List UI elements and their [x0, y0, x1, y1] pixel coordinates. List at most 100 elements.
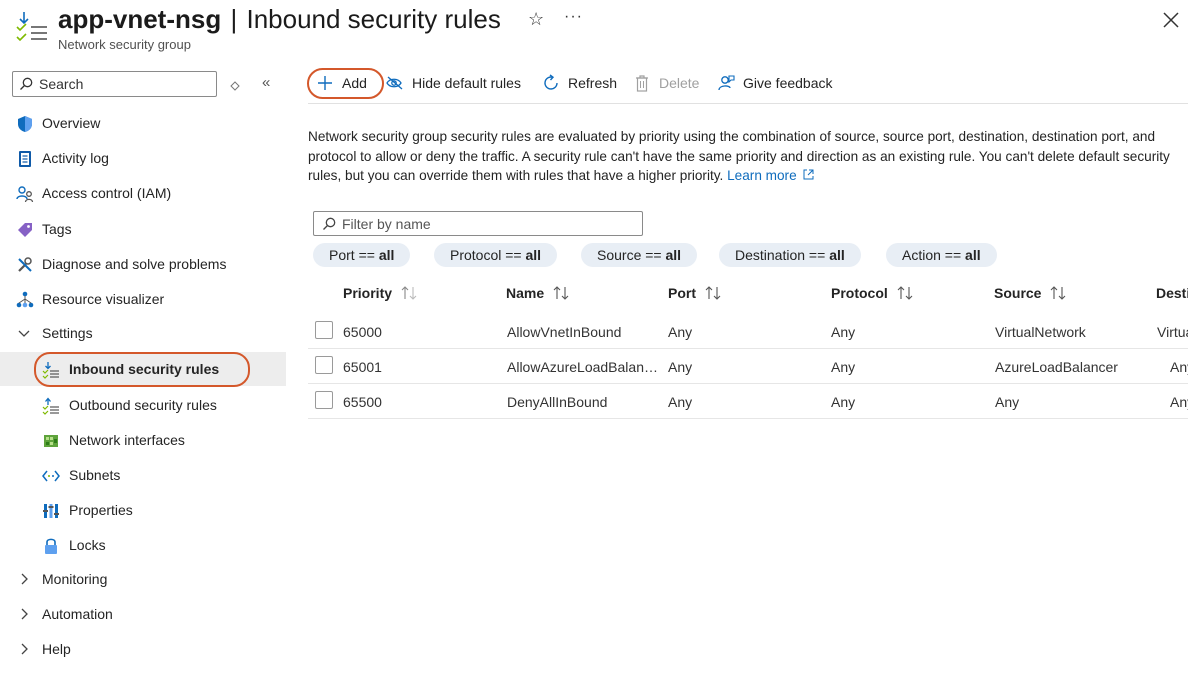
- sidebar-item-activity-log[interactable]: Activity log: [0, 141, 286, 175]
- column-header-name[interactable]: Name: [506, 285, 572, 301]
- hide-default-rules-button[interactable]: Hide default rules: [386, 70, 521, 96]
- sort-icon[interactable]: [552, 286, 572, 300]
- refresh-label: Refresh: [568, 75, 618, 91]
- row-checkbox[interactable]: [315, 356, 333, 374]
- give-feedback-label: Give feedback: [743, 75, 833, 91]
- sort-icon[interactable]: [1049, 286, 1069, 300]
- filter-by-name-box[interactable]: [313, 211, 643, 236]
- close-icon[interactable]: [1160, 9, 1182, 31]
- inbound-rules-header-icon: [14, 10, 50, 46]
- cell-destination: Any: [1170, 394, 1188, 410]
- sort-icon[interactable]: [400, 286, 420, 300]
- sidebar-search-box[interactable]: [12, 71, 217, 97]
- cell-source: AzureLoadBalancer: [995, 359, 1118, 375]
- sidebar-item-locks[interactable]: Locks: [0, 528, 286, 562]
- subnet-icon: [42, 467, 60, 485]
- cell-name[interactable]: AllowVnetInBound: [507, 324, 621, 340]
- filter-by-name-input[interactable]: [342, 215, 632, 232]
- column-header-destination[interactable]: Destination: [1156, 285, 1188, 301]
- chevron-right-icon: [21, 643, 28, 655]
- description-text: Network security group security rules ar…: [308, 127, 1184, 186]
- chevron-right-icon: [21, 608, 28, 620]
- table-row[interactable]: 65001 AllowAzureLoadBalan… Any Any Azure…: [308, 349, 1188, 384]
- refresh-button[interactable]: Refresh: [542, 70, 617, 96]
- cell-priority: 65000: [343, 324, 382, 340]
- diamond-toggle-icon[interactable]: [230, 78, 240, 91]
- properties-icon: [42, 502, 60, 520]
- blade-title: Inbound security rules: [246, 4, 501, 34]
- row-checkbox[interactable]: [315, 321, 333, 339]
- cell-priority: 65500: [343, 394, 382, 410]
- more-options-icon[interactable]: ···: [564, 8, 583, 26]
- cell-name[interactable]: DenyAllInBound: [507, 394, 607, 410]
- title-separator: |: [230, 4, 238, 34]
- table-row[interactable]: 65000 AllowVnetInBound Any Any VirtualNe…: [308, 314, 1188, 349]
- sidebar-item-inbound-security-rules[interactable]: Inbound security rules: [0, 352, 286, 386]
- cell-protocol: Any: [831, 394, 856, 410]
- toolbar-divider: [308, 103, 1188, 104]
- sidebar-item-properties[interactable]: Properties: [0, 493, 286, 527]
- sidebar-group-label: Automation: [42, 606, 113, 622]
- column-header-port[interactable]: Port: [668, 285, 724, 301]
- sidebar-item-label: Tags: [42, 221, 72, 237]
- sidebar-item-label: Properties: [69, 502, 133, 518]
- column-header-protocol[interactable]: Protocol: [831, 285, 916, 301]
- search-icon: [20, 77, 33, 90]
- sidebar-item-label: Subnets: [69, 467, 121, 483]
- cell-name[interactable]: AllowAzureLoadBalan…: [507, 359, 658, 375]
- sidebar-item-label: Overview: [42, 115, 101, 131]
- shield-icon: [16, 115, 34, 133]
- collapse-sidebar-icon[interactable]: «: [262, 74, 270, 91]
- sidebar-item-label: Outbound security rules: [69, 397, 217, 413]
- trash-icon: [633, 74, 651, 92]
- give-feedback-button[interactable]: Give feedback: [717, 70, 833, 96]
- cell-port: Any: [668, 324, 693, 340]
- filter-pill-protocol[interactable]: Protocol == all: [434, 243, 558, 267]
- plus-icon: [316, 74, 334, 92]
- inbound-rules-icon: [42, 361, 60, 379]
- column-header-source[interactable]: Source: [994, 285, 1069, 301]
- resource-type-subtitle: Network security group: [58, 37, 191, 52]
- tag-icon: [16, 221, 34, 239]
- filter-pill-destination[interactable]: Destination == all: [719, 243, 861, 267]
- sidebar-item-subnets[interactable]: Subnets: [0, 458, 286, 492]
- people-icon: [16, 185, 34, 203]
- page-title: app-vnet-nsg | Inbound security rules: [58, 2, 501, 36]
- refresh-icon: [542, 74, 560, 92]
- activity-log-icon: [16, 150, 34, 168]
- filter-pill-action[interactable]: Action == all: [886, 243, 997, 267]
- delete-button[interactable]: Delete: [633, 70, 699, 96]
- sidebar-group-settings[interactable]: Settings: [0, 316, 286, 350]
- cell-port: Any: [668, 359, 693, 375]
- sidebar-group-automation[interactable]: Automation: [0, 597, 286, 631]
- sidebar-item-tags[interactable]: Tags: [0, 212, 286, 246]
- search-icon: [323, 217, 336, 230]
- add-button[interactable]: Add: [316, 70, 367, 96]
- filter-pill-source[interactable]: Source == all: [581, 243, 698, 267]
- add-button-label: Add: [342, 75, 367, 91]
- sidebar-item-diagnose[interactable]: Diagnose and solve problems: [0, 247, 286, 281]
- sidebar-item-resource-visualizer[interactable]: Resource visualizer: [0, 282, 286, 316]
- sort-icon[interactable]: [896, 286, 916, 300]
- hierarchy-icon: [16, 291, 34, 309]
- sidebar-search-input[interactable]: [39, 76, 209, 92]
- sort-icon[interactable]: [704, 286, 724, 300]
- wrench-icon: [16, 256, 34, 274]
- sidebar-item-access-control[interactable]: Access control (IAM): [0, 176, 286, 210]
- learn-more-link[interactable]: Learn more: [727, 168, 814, 183]
- row-checkbox[interactable]: [315, 391, 333, 409]
- cell-source: VirtualNetwork: [995, 324, 1086, 340]
- favorite-star-icon[interactable]: ☆: [528, 9, 544, 30]
- sidebar-item-overview[interactable]: Overview: [0, 106, 286, 140]
- sidebar-group-monitoring[interactable]: Monitoring: [0, 562, 286, 596]
- sidebar-group-label: Settings: [42, 325, 93, 341]
- resource-name: app-vnet-nsg: [58, 4, 222, 34]
- column-header-priority[interactable]: Priority: [343, 285, 420, 301]
- sidebar-item-network-interfaces[interactable]: Network interfaces: [0, 423, 286, 457]
- filter-pill-port[interactable]: Port == all: [313, 243, 411, 267]
- cell-protocol: Any: [831, 324, 856, 340]
- chevron-right-icon: [21, 573, 28, 585]
- sidebar-group-help[interactable]: Help: [0, 632, 286, 666]
- table-row[interactable]: 65500 DenyAllInBound Any Any Any Any: [308, 384, 1188, 419]
- sidebar-item-outbound-security-rules[interactable]: Outbound security rules: [0, 388, 286, 422]
